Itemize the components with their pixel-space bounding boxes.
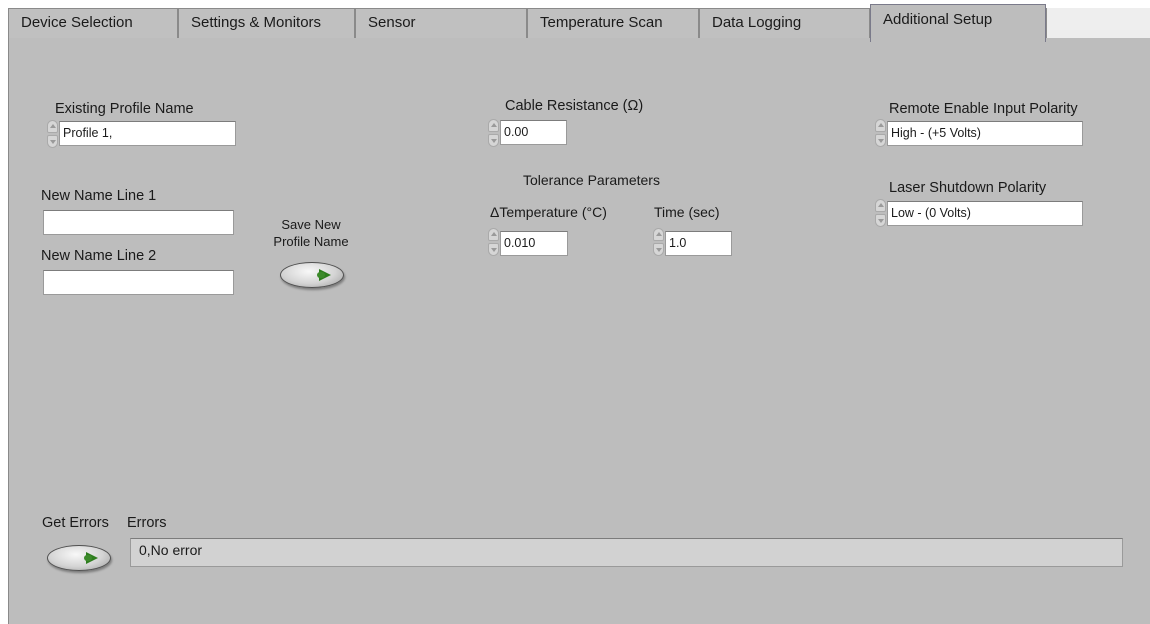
save-profile-label-line1: Save New: [281, 217, 341, 232]
additional-setup-panel: Existing Profile Name Profile 1, New Nam…: [8, 38, 1150, 624]
get-errors-label: Get Errors: [42, 515, 109, 531]
tab-bar-empty-area: [1046, 8, 1150, 42]
decrement-arrow-icon[interactable]: [488, 134, 499, 147]
increment-arrow-icon[interactable]: [488, 119, 499, 132]
increment-arrow-icon[interactable]: [875, 199, 886, 212]
tab-additional-setup[interactable]: Additional Setup: [870, 4, 1046, 42]
tab-label: Sensor: [368, 14, 416, 31]
tab-sensor[interactable]: Sensor: [355, 8, 527, 38]
tab-temperature-scan[interactable]: Temperature Scan: [527, 8, 699, 38]
cable-resistance-label: Cable Resistance (Ω): [505, 98, 644, 114]
led-indicator-icon: [84, 552, 98, 564]
increment-arrow-icon[interactable]: [875, 119, 886, 132]
new-name-line2-label: New Name Line 2: [41, 248, 157, 264]
decrement-arrow-icon[interactable]: [47, 135, 58, 148]
tab-device-selection[interactable]: Device Selection: [8, 8, 178, 38]
tab-label: Temperature Scan: [540, 14, 663, 31]
increment-arrow-icon[interactable]: [488, 228, 499, 241]
increment-arrow-icon[interactable]: [653, 228, 664, 241]
delta-temperature-spinner[interactable]: [488, 228, 500, 257]
existing-profile-name-field[interactable]: Profile 1,: [59, 121, 236, 146]
time-sec-field[interactable]: 1.0: [665, 231, 732, 256]
tolerance-parameters-heading: Tolerance Parameters: [523, 172, 660, 188]
tab-label: Data Logging: [712, 14, 802, 31]
save-profile-label-line2: Profile Name: [273, 234, 349, 249]
time-sec-label: Time (sec): [654, 204, 720, 220]
decrement-arrow-icon[interactable]: [875, 214, 886, 227]
tab-settings-monitors[interactable]: Settings & Monitors: [178, 8, 355, 38]
tab-label: Settings & Monitors: [191, 14, 322, 31]
errors-display: 0,No error: [130, 538, 1123, 567]
get-errors-button[interactable]: [47, 545, 111, 571]
cable-resistance-field[interactable]: 0.00: [500, 120, 567, 145]
decrement-arrow-icon[interactable]: [488, 243, 499, 256]
remote-enable-polarity-label: Remote Enable Input Polarity: [889, 101, 1078, 117]
decrement-arrow-icon[interactable]: [653, 243, 664, 256]
led-indicator-icon: [317, 269, 331, 281]
existing-profile-name-label: Existing Profile Name: [55, 101, 194, 117]
remote-enable-polarity-spinner[interactable]: [875, 119, 887, 148]
new-name-line1-label: New Name Line 1: [41, 188, 157, 204]
new-name-line1-field[interactable]: [43, 210, 234, 235]
new-name-line2-field[interactable]: [43, 270, 234, 295]
save-profile-button[interactable]: [280, 262, 344, 288]
tab-bar: Device Selection Settings & Monitors Sen…: [8, 4, 1150, 42]
increment-arrow-icon[interactable]: [47, 120, 58, 133]
remote-enable-polarity-select[interactable]: High - (+5 Volts): [887, 121, 1083, 146]
errors-label: Errors: [127, 515, 167, 531]
delta-temperature-field[interactable]: 0.010: [500, 231, 568, 256]
tab-data-logging[interactable]: Data Logging: [699, 8, 870, 38]
tab-label: Additional Setup: [883, 11, 993, 28]
delta-temperature-label: ΔTemperature (°C): [490, 204, 607, 220]
existing-profile-spinner[interactable]: [47, 120, 59, 149]
cable-resistance-spinner[interactable]: [488, 119, 500, 148]
laser-shutdown-polarity-label: Laser Shutdown Polarity: [889, 180, 1047, 196]
tab-label: Device Selection: [21, 14, 133, 31]
laser-shutdown-polarity-select[interactable]: Low - (0 Volts): [887, 201, 1083, 226]
decrement-arrow-icon[interactable]: [875, 134, 886, 147]
time-sec-spinner[interactable]: [653, 228, 665, 257]
save-profile-label: Save New Profile Name: [263, 216, 359, 250]
laser-shutdown-polarity-spinner[interactable]: [875, 199, 887, 228]
